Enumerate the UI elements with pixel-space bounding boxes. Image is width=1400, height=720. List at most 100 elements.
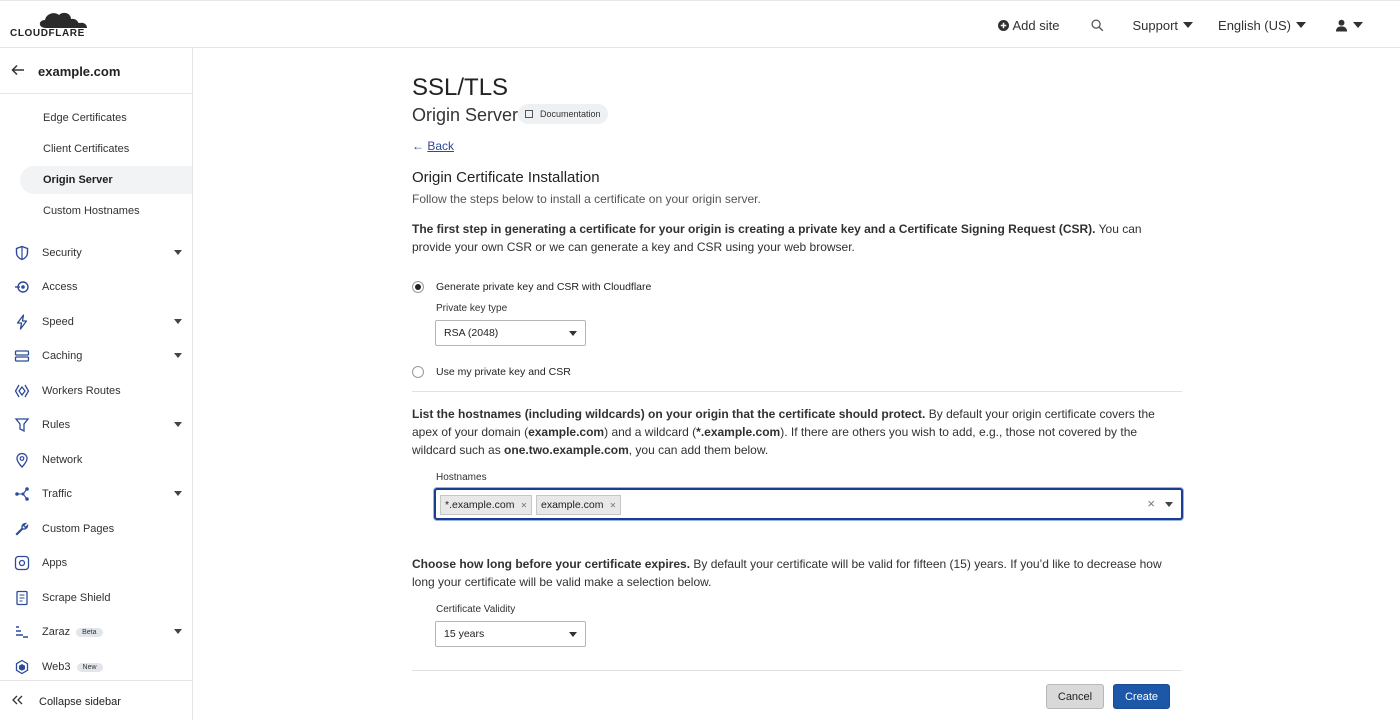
- own-key-radio[interactable]: [412, 366, 424, 378]
- sidebar-item-speed[interactable]: Speed: [0, 307, 192, 337]
- sidebar-item-scrape-shield[interactable]: Scrape Shield: [0, 583, 192, 613]
- sidebar-item-text: Traffic: [42, 488, 72, 500]
- sidebar-item-workers-routes[interactable]: Workers Routes: [0, 376, 192, 406]
- sidebar-item-text: Caching: [42, 350, 83, 362]
- sidebar-item-label: Zaraz Beta: [42, 626, 103, 638]
- private-key-type-select[interactable]: RSA (2048): [435, 320, 586, 346]
- cancel-button[interactable]: Cancel: [1046, 684, 1104, 709]
- apex-domain: example.com: [528, 425, 605, 439]
- sidebar-item-web3[interactable]: Web3 New: [0, 652, 192, 682]
- documentation-label: Documentation: [540, 109, 601, 119]
- support-menu[interactable]: Support: [1132, 17, 1194, 33]
- location-pin-icon: [16, 452, 28, 468]
- sidebar-item-access[interactable]: Access: [0, 272, 192, 302]
- generate-key-label[interactable]: Generate private key and CSR with Cloudf…: [436, 281, 651, 293]
- cloudflare-logo[interactable]: CLOUDFLARE: [10, 9, 94, 41]
- chevron-down-icon[interactable]: [174, 491, 182, 496]
- sidebar-item-custom-pages[interactable]: Custom Pages: [0, 514, 192, 544]
- add-site-button[interactable]: Add site: [997, 18, 1059, 33]
- sidebar-item-text: Zaraz: [42, 626, 71, 638]
- collapse-sidebar-button[interactable]: Collapse sidebar: [0, 680, 192, 720]
- sidebar-item-network[interactable]: Network: [0, 445, 192, 475]
- traffic-icon: [15, 487, 29, 501]
- hostnames-text: ) and a wildcard (: [604, 425, 697, 439]
- create-button[interactable]: Create: [1113, 684, 1170, 709]
- sidebar-subitem-client-certificates[interactable]: Client Certificates: [20, 135, 192, 163]
- sidebar-item-text: Web3: [42, 661, 71, 673]
- generate-key-radio[interactable]: [412, 281, 424, 293]
- sidebar-subitem-edge-certificates[interactable]: Edge Certificates: [20, 104, 192, 132]
- page-title: SSL/TLS: [412, 74, 509, 101]
- double-chevron-left-icon: [12, 695, 23, 705]
- sidebar-item-rules[interactable]: Rules: [0, 410, 192, 440]
- hostnames-bold: List the hostnames (including wildcards)…: [412, 407, 926, 421]
- step1-bold: The first step in generating a certifica…: [412, 222, 1096, 236]
- sidebar-item-text: Custom Pages: [42, 523, 115, 535]
- remove-chip-icon[interactable]: ✕: [520, 501, 527, 510]
- rules-icon: [14, 418, 30, 433]
- chevron-down-icon[interactable]: [174, 319, 182, 324]
- remove-chip-icon[interactable]: ✕: [609, 501, 616, 510]
- private-key-type-label: Private key type: [436, 303, 508, 314]
- sidebar-subitem-origin-server[interactable]: Origin Server: [20, 166, 192, 194]
- clear-icon[interactable]: ×: [1147, 496, 1155, 511]
- apps-icon: [14, 555, 30, 571]
- search-button[interactable]: [1091, 18, 1104, 32]
- sidebar-item-label: Caching: [42, 350, 82, 362]
- sidebar-item-label: Apps: [42, 557, 67, 569]
- support-label: Support: [1132, 17, 1179, 33]
- top-nav: Add site Support English (US): [997, 1, 1400, 49]
- hostname-chip[interactable]: example.com ✕: [536, 495, 622, 515]
- back-label: Back: [427, 139, 455, 153]
- cloud-logo-icon: [39, 12, 87, 28]
- chevron-down-icon[interactable]: [174, 250, 182, 255]
- sidebar-item-apps[interactable]: Apps: [0, 548, 192, 578]
- zone-header[interactable]: example.com: [0, 48, 192, 94]
- certificate-validity-value: 15 years: [444, 628, 485, 640]
- sidebar-item-text: Network: [42, 454, 83, 466]
- language-menu[interactable]: English (US): [1218, 18, 1306, 33]
- account-menu[interactable]: [1335, 19, 1363, 32]
- hostnames-input[interactable]: *.example.com ✕ example.com ✕ ×: [434, 488, 1183, 520]
- sidebar-item-text: Security: [42, 247, 82, 259]
- sidebar-item-label: Workers Routes: [42, 385, 121, 397]
- hostname-chip[interactable]: *.example.com ✕: [440, 495, 533, 515]
- hostnames-paragraph: List the hostnames (including wildcards)…: [412, 405, 1182, 459]
- hostname-chip-label: *.example.com: [445, 499, 515, 511]
- server-icon: [14, 350, 30, 362]
- document-icon: [16, 590, 28, 606]
- sidebar-item-traffic[interactable]: Traffic: [0, 479, 192, 509]
- certificate-validity-select[interactable]: 15 years: [435, 621, 586, 647]
- chevron-down-icon[interactable]: [1165, 502, 1173, 507]
- language-label: English (US): [1218, 17, 1291, 33]
- chevron-down-icon[interactable]: [174, 422, 182, 427]
- sidebar-item-text: Speed: [42, 316, 74, 328]
- collapse-sidebar-label: Collapse sidebar: [39, 696, 121, 708]
- documentation-button[interactable]: Documentation: [518, 104, 608, 124]
- brand-name: CLOUDFLARE: [10, 28, 85, 39]
- sidebar-item-label: Traffic: [42, 488, 72, 500]
- hostnames-label: Hostnames: [436, 472, 487, 483]
- zone-name: example.com: [38, 64, 121, 79]
- sidebar-item-text: Rules: [42, 419, 71, 431]
- sidebar-item-zaraz[interactable]: Zaraz Beta: [0, 617, 192, 647]
- top-bar: CLOUDFLARE Add site Support English (US): [0, 0, 1400, 48]
- chevron-down-icon[interactable]: [174, 629, 182, 634]
- book-icon: [525, 110, 533, 118]
- sidebar-item-security[interactable]: Security: [0, 238, 192, 268]
- shield-icon: [15, 245, 29, 261]
- chevron-down-icon[interactable]: [174, 353, 182, 358]
- divider: [412, 391, 1182, 392]
- chevron-down-icon: [1183, 22, 1194, 28]
- back-link[interactable]: ← Back: [412, 139, 454, 153]
- hostnames-text: , you can add them below.: [628, 443, 769, 457]
- certificate-validity-label: Certificate Validity: [436, 604, 516, 615]
- user-icon: [1335, 19, 1348, 32]
- sidebar-subitem-custom-hostnames[interactable]: Custom Hostnames: [20, 197, 192, 225]
- own-key-label[interactable]: Use my private key and CSR: [436, 366, 571, 378]
- sidebar-badge: Beta: [76, 627, 103, 637]
- back-arrow-icon[interactable]: [11, 63, 25, 77]
- expiry-bold: Choose how long before your certificate …: [412, 557, 691, 571]
- chevron-down-icon: [1353, 22, 1363, 28]
- sidebar-item-caching[interactable]: Caching: [0, 341, 192, 371]
